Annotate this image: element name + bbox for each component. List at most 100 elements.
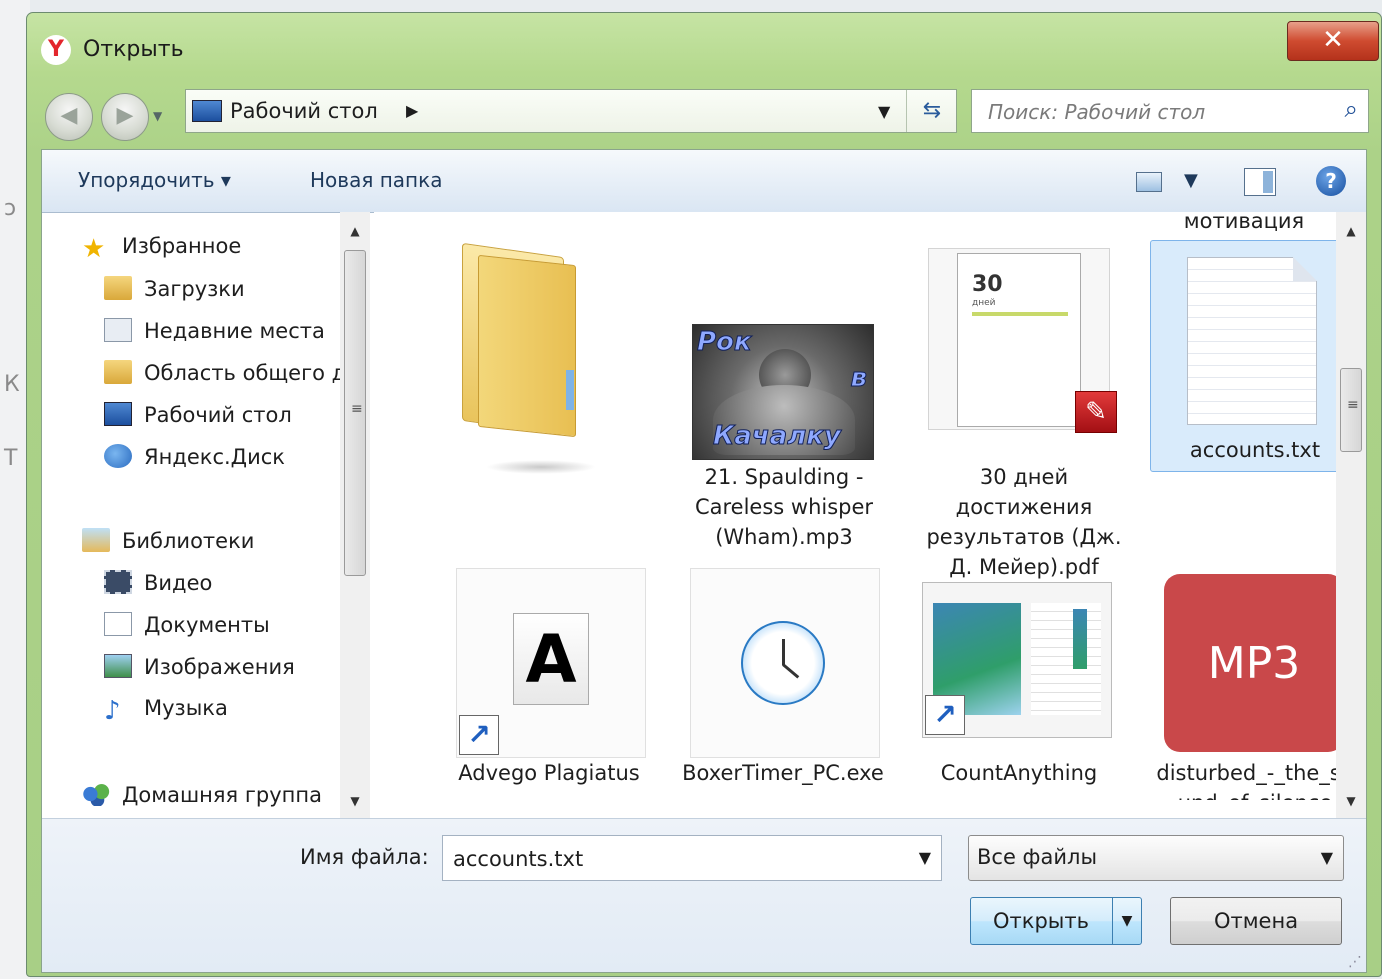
star-icon: ★	[82, 234, 106, 264]
nav-scroll-thumb[interactable]: ≡	[344, 250, 366, 576]
file-item-folder[interactable]	[426, 240, 626, 510]
file-label: 30 дней достижения результатов (Дж. Д. М…	[926, 465, 1122, 579]
open-button-label: Открыть	[993, 909, 1089, 933]
organize-button[interactable]: Упорядочить ▾	[78, 168, 231, 192]
file-item-boxertimer[interactable]: BoxerTimer_PC.exe	[678, 568, 888, 818]
file-list: мотивация Рок в Качалку 21. Spaulding - …	[374, 212, 1336, 818]
address-dropdown-icon[interactable]: ▼	[878, 102, 890, 121]
chevron-down-icon: ▼	[1320, 848, 1333, 867]
nav-label: Домашняя группа	[122, 783, 322, 807]
album-art-text: Рок	[697, 327, 753, 358]
close-button[interactable]: ✕	[1287, 21, 1379, 61]
file-item-advego-plagiatus[interactable]: A ↗ Advego Plagiatus	[444, 568, 654, 818]
music-note-icon: ♪	[104, 696, 121, 726]
dialog-content: Упорядочить ▾ Новая папка ▼ ? ★ Избранное…	[41, 149, 1367, 973]
libraries-icon	[82, 528, 110, 552]
dialog-footer: Имя файла: ▼ Все файлы ▼ Открыть ▼ Отмен…	[42, 818, 1366, 972]
refresh-icon: ⇆	[922, 98, 942, 123]
album-art-icon: Рок в Качалку	[692, 324, 874, 460]
nav-item-shared-area[interactable]: Область общего д	[104, 360, 346, 385]
video-icon	[104, 570, 132, 594]
title-bar[interactable]: Y Открыть ✕	[27, 13, 1381, 83]
yandex-logo-icon: Y	[41, 35, 71, 65]
nav-item-music[interactable]: ♪ Музыка	[104, 696, 228, 726]
recent-places-icon	[104, 318, 132, 342]
nav-scrollbar[interactable]: ▲ ≡ ▼	[340, 212, 370, 818]
refresh-button[interactable]: ⇆	[906, 90, 957, 132]
desktop-icon	[104, 402, 132, 426]
file-label: 21. Spaulding - Careless whisper (Wham).…	[694, 465, 874, 549]
file-item-careless-whisper[interactable]: Рок в Качалку 21. Spaulding - Careless w…	[660, 240, 874, 549]
file-item-pdf[interactable]: 30 дней ✎ 30 дней достижения результатов…	[914, 240, 1134, 579]
homegroup-icon	[82, 782, 110, 806]
filename-dropdown-icon[interactable]: ▼	[919, 848, 931, 867]
nav-label: Рабочий стол	[144, 403, 292, 427]
downloads-folder-icon	[104, 276, 132, 300]
clock-icon	[690, 568, 880, 758]
nav-label: Яндекс.Диск	[144, 445, 285, 469]
nav-item-documents[interactable]: Документы	[104, 612, 270, 637]
pdf-badge-icon: ✎	[1075, 391, 1117, 433]
nav-item-yandex-disk[interactable]: Яндекс.Диск	[104, 444, 285, 469]
bg-glyph: Т	[4, 446, 18, 471]
nav-item-recent-places[interactable]: Недавние места	[104, 318, 325, 343]
desktop-icon	[192, 100, 222, 122]
file-label: disturbed_-_the_sound_of_silence	[1156, 761, 1336, 800]
filename-combobox[interactable]: ▼	[442, 835, 942, 881]
album-art-text: Качалку	[713, 421, 842, 452]
nav-item-video[interactable]: Видео	[104, 570, 212, 595]
history-dropdown-icon[interactable]: ▼	[153, 109, 162, 123]
partial-file-label: мотивация	[1183, 212, 1305, 233]
filename-input[interactable]	[451, 844, 905, 874]
search-input[interactable]	[986, 98, 1320, 126]
search-box[interactable]: ⌕	[971, 89, 1369, 133]
resize-grip-icon[interactable]: ⋰	[1348, 954, 1362, 970]
folder-icon	[104, 360, 132, 384]
scroll-up-icon[interactable]: ▲	[1336, 218, 1366, 244]
nav-item-pictures[interactable]: Изображения	[104, 654, 295, 679]
arrow-right-icon: ▶	[116, 103, 134, 128]
search-icon[interactable]: ⌕	[1345, 95, 1358, 123]
breadcrumb-arrow-icon[interactable]: ▶	[406, 101, 418, 120]
file-scrollbar[interactable]: ▲ ≡ ▼	[1336, 212, 1366, 818]
folder-icon	[462, 242, 576, 440]
preview-pane-icon[interactable]	[1244, 168, 1276, 196]
forward-button[interactable]: ▶	[101, 93, 149, 141]
help-icon[interactable]: ?	[1316, 166, 1346, 196]
file-item-disturbed-mp3[interactable]: MP3 disturbed_-_the_sound_of_silence	[1150, 568, 1336, 818]
bg-glyph: К	[4, 372, 20, 397]
pdf-cover-subtitle: дней	[972, 298, 996, 308]
view-dropdown-icon[interactable]: ▼	[1184, 170, 1198, 191]
scroll-down-icon[interactable]: ▼	[1336, 788, 1366, 814]
new-folder-button[interactable]: Новая папка	[310, 168, 442, 192]
album-art-text: в	[850, 363, 867, 394]
back-button[interactable]: ◀	[45, 93, 93, 141]
nav-label: Область общего д	[144, 361, 347, 385]
change-view-icon[interactable]	[1136, 172, 1162, 192]
cancel-button[interactable]: Отмена	[1170, 897, 1342, 945]
pictures-icon	[104, 654, 132, 678]
file-item-accounts-txt[interactable]: accounts.txt	[1150, 240, 1336, 472]
bg-glyph: ɔ	[4, 196, 17, 221]
file-item-countanything[interactable]: ↗ CountAnything	[914, 568, 1124, 818]
nav-libraries[interactable]: Библиотеки	[82, 528, 254, 553]
filetype-select[interactable]: Все файлы ▼	[968, 835, 1344, 881]
nav-homegroup[interactable]: Домашняя группа	[82, 782, 322, 807]
file-scroll-thumb[interactable]: ≡	[1340, 368, 1362, 452]
address-path[interactable]: Рабочий стол	[230, 99, 378, 123]
nav-label: Избранное	[122, 234, 242, 258]
scroll-up-icon[interactable]: ▲	[340, 218, 370, 244]
address-bar[interactable]: Рабочий стол ▶ ▼ ⇆	[185, 89, 957, 133]
file-label: BoxerTimer_PC.exe	[682, 761, 884, 785]
nav-label: Загрузки	[144, 277, 245, 301]
nav-favorites[interactable]: ★ Избранное	[82, 234, 242, 264]
toolbar: Упорядочить ▾ Новая папка ▼ ?	[42, 150, 1366, 213]
file-label: Advego Plagiatus	[458, 761, 640, 785]
open-options-dropdown-icon[interactable]: ▼	[1112, 898, 1141, 944]
mp3-icon: MP3	[1164, 574, 1336, 752]
nav-item-desktop[interactable]: Рабочий стол	[104, 402, 292, 427]
nav-item-downloads[interactable]: Загрузки	[104, 276, 245, 301]
open-button[interactable]: Открыть ▼	[970, 897, 1142, 945]
scroll-down-icon[interactable]: ▼	[340, 788, 370, 814]
app-shortcut-icon: ↗	[922, 582, 1112, 738]
